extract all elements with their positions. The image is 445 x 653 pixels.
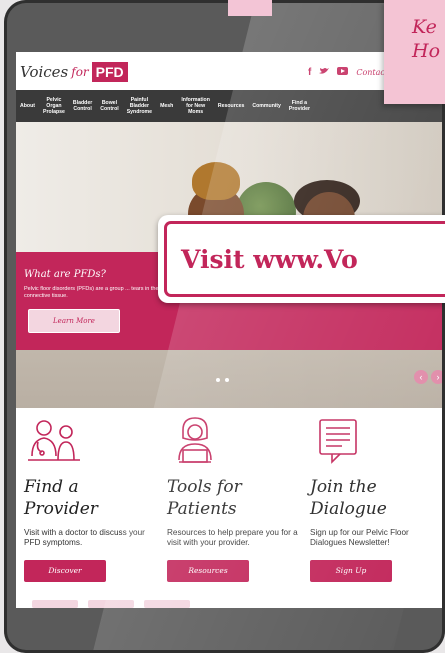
sign-up-button[interactable]: Sign Up <box>310 560 392 582</box>
youtube-icon[interactable] <box>337 67 349 78</box>
bottom-tab[interactable] <box>32 600 78 608</box>
join-dialogue-title: Join the Dialogue <box>310 477 387 519</box>
nav-item-find-provider[interactable]: Find a Provider <box>285 100 314 112</box>
resources-button[interactable]: Resources <box>167 560 249 582</box>
carousel-dots <box>216 378 229 382</box>
nav-item-resources[interactable]: Resources <box>214 103 249 109</box>
nav-item-bowel-control[interactable]: Bowel Control <box>96 100 122 112</box>
logo-voices-text: Voices <box>20 63 69 81</box>
sticky-note: Ke Ho <box>384 0 445 104</box>
nav-item-about[interactable]: About <box>16 103 39 109</box>
nav-item-community[interactable]: Community <box>248 103 285 109</box>
bottom-tab[interactable] <box>144 600 190 608</box>
chevron-right-icon[interactable]: › <box>431 370 445 384</box>
doctor-patient-icon <box>28 420 80 461</box>
bottom-tab[interactable] <box>88 600 134 608</box>
hero-heading: What are PFDs? <box>24 269 106 280</box>
patient-laptop-icon <box>178 417 212 463</box>
chevron-left-icon[interactable]: ‹ <box>414 370 428 384</box>
facebook-icon[interactable]: f <box>308 67 311 78</box>
find-provider-title: Find a Provider <box>24 477 98 519</box>
nav-item-new-moms[interactable]: Information for New Moms <box>177 97 214 115</box>
site-header: Voices for PFD f Contact <box>16 52 445 90</box>
hero-body: Pelvic floor disorders (PFDs) are a grou… <box>24 286 159 299</box>
feature-join-dialogue: Join the Dialogue Sign up for our Pelvic… <box>302 408 445 608</box>
visit-website-banner: Visit www.Vo <box>158 215 445 303</box>
logo-for-text: for <box>71 65 89 79</box>
nav-item-painful-bladder-syndrome[interactable]: Painful Bladder Syndrome <box>123 97 156 115</box>
feature-find-provider: Find a Provider Visit with a doctor to d… <box>16 408 159 608</box>
find-provider-desc: Visit with a doctor to discuss your PFD … <box>24 528 145 547</box>
nav-item-bladder-control[interactable]: Bladder Control <box>69 100 96 112</box>
social-links: f Contact <box>308 67 388 78</box>
logo-pfd-badge: PFD <box>91 62 128 82</box>
woman-left-hair <box>192 162 240 200</box>
join-dialogue-desc: Sign up for our Pelvic Floor Dialogues N… <box>310 528 409 547</box>
newsletter-icon <box>319 419 357 464</box>
carousel-arrows: ‹ › <box>414 370 445 384</box>
banner-text: Visit www.Vo <box>181 244 358 274</box>
nav-item-mesh[interactable]: Mesh <box>156 103 177 109</box>
tablet-frame: Voices for PFD f Contact About Pelvic Or… <box>4 0 445 653</box>
nav-item-pelvic-organ-prolapse[interactable]: Pelvic Organ Prolapse <box>39 97 69 115</box>
tools-patients-desc: Resources to help prepare you for a visi… <box>167 528 298 547</box>
twitter-icon[interactable] <box>319 67 330 78</box>
carousel-dot[interactable] <box>216 378 220 382</box>
tools-patients-title: Tools for Patients <box>167 477 242 519</box>
site-logo[interactable]: Voices for PFD <box>20 62 128 82</box>
feature-tools-patients: Tools for Patients Resources to help pre… <box>159 408 302 608</box>
banner-frame: Visit www.Vo <box>164 221 445 297</box>
carousel-dot[interactable] <box>225 378 229 382</box>
website-screen: Voices for PFD f Contact About Pelvic Or… <box>16 52 445 608</box>
pink-callout-shape <box>228 0 272 16</box>
discover-button[interactable]: Discover <box>24 560 106 582</box>
bottom-tabs-strip <box>16 600 445 608</box>
learn-more-button[interactable]: Learn More <box>28 309 120 333</box>
main-nav: About Pelvic Organ Prolapse Bladder Cont… <box>16 90 445 122</box>
